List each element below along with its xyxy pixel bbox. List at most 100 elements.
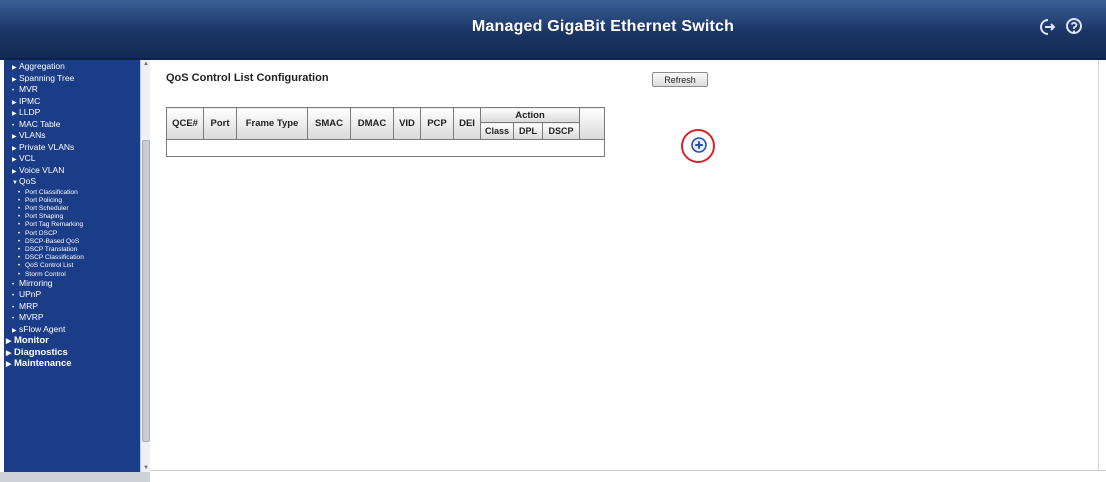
sidebar-item-label: Port Scheduler [25, 204, 69, 212]
main-bottom-border [150, 470, 1106, 471]
sidebar: ▶ Aggregation ▶ Spanning Tree • MVR ▶ IPMC ▶ LLDP… [4, 60, 140, 472]
sidebar-item-label: Voice VLAN [19, 164, 65, 175]
scroll-down-arrow-icon[interactable]: ▼ [143, 465, 149, 471]
header-dscp: DSCP [542, 122, 581, 140]
sidebar-item-ipmc[interactable]: ▶ IPMC [4, 96, 84, 109]
sidebar-item-label: Storm Control [25, 270, 66, 278]
logout-icon[interactable] [1036, 17, 1058, 39]
expanded-arrow-icon: ▼ [12, 180, 18, 186]
sidebar-item-label: sFlow Agent [19, 323, 66, 334]
collapsed-arrow-icon: ▶ [6, 361, 12, 369]
sidebar-item-label: UPnP [19, 289, 42, 300]
bullet-icon: • [12, 122, 15, 129]
collapsed-arrow-icon: ▶ [6, 338, 12, 346]
sidebar-scroll-thumb[interactable] [142, 140, 150, 442]
sidebar-item-spanning-tree[interactable]: ▶ Spanning Tree [4, 72, 84, 86]
bullet-icon: • [18, 205, 21, 212]
sidebar-item-label: Port Policing [25, 196, 63, 204]
header-add-column [579, 107, 606, 140]
bullet-icon: • [18, 246, 21, 253]
header-divider [0, 58, 1106, 60]
sidebar-item-upnp[interactable]: • UPnP [4, 289, 84, 302]
sidebar-item-port-policing[interactable]: • Port Policing [4, 197, 84, 205]
sidebar-item-mvr[interactable]: • MVR [4, 84, 84, 97]
sidebar-item-qos[interactable]: ▼QoS [4, 176, 84, 189]
header-qce: QCE# [166, 107, 204, 140]
empty-cell [165, 139, 606, 157]
collapsed-arrow-icon: ▶ [12, 76, 17, 83]
sidebar-item-label: QoS [19, 176, 37, 186]
sidebar-item-label: Private VLANs [19, 141, 75, 152]
help-icon[interactable] [1063, 17, 1085, 39]
bullet-icon: • [18, 238, 21, 245]
header-smac: SMAC [307, 107, 351, 140]
sidebar-item-dscp-based-qos[interactable]: • DSCP-Based QoS [4, 238, 84, 246]
bullet-icon: • [18, 214, 21, 221]
sidebar-item-port-dscp[interactable]: • Port DSCP [4, 230, 84, 238]
sidebar-item-maintenance[interactable]: ▶ Maintenance [4, 358, 84, 371]
refresh-button[interactable]: Refresh [652, 72, 708, 87]
header-vid: VID [393, 107, 421, 140]
collapsed-arrow-icon: ▶ [6, 349, 12, 357]
sidebar-bottom-strip [0, 472, 150, 482]
sidebar-item-label: Diagnostics [14, 346, 68, 358]
collapsed-arrow-icon: ▶ [12, 134, 17, 140]
sidebar-item-port-shaping[interactable]: • Port Shaping [4, 213, 84, 221]
sidebar-item-voice-vlan[interactable]: ▶ Voice VLAN [4, 164, 84, 178]
sidebar-item-label: Aggregation [19, 61, 65, 71]
plus-circle-icon[interactable] [691, 137, 707, 153]
sidebar-item-label: MRP [19, 300, 38, 311]
table-row-empty [165, 139, 606, 157]
header-action: Action [479, 106, 581, 124]
collapsed-arrow-icon: ▶ [12, 145, 17, 152]
sidebar-item-dscp-translation[interactable]: • DSCP Translation [4, 246, 84, 254]
sidebar-item-private-vlans[interactable]: ▶ Private VLANs [4, 141, 84, 155]
app-title: Managed GigaBit Ethernet Switch [471, 18, 735, 35]
sidebar-item-port-scheduler[interactable]: • Port Scheduler [4, 205, 84, 213]
collapsed-arrow-icon: ▶ [12, 99, 17, 106]
sidebar-item-label: Port Shaping [25, 213, 64, 221]
sidebar-item-label: VCL [19, 153, 36, 163]
bullet-icon: • [12, 316, 15, 323]
sidebar-item-label: Monitor [14, 335, 49, 347]
page-title: QoS Control List Configuration [166, 72, 329, 84]
collapsed-arrow-icon: ▶ [12, 65, 17, 71]
sidebar-item-dscp-classification[interactable]: • DSCP Classification [4, 254, 84, 262]
sidebar-item-label: Mirroring [19, 277, 53, 288]
qce-table: QCE# Port Frame Type SMAC DMAC VID PCP D… [165, 106, 606, 157]
header-port: Port [203, 107, 237, 140]
sidebar-item-label: DSCP-Based QoS [25, 237, 80, 245]
scroll-up-arrow-icon[interactable]: ▲ [143, 61, 149, 67]
header-dpl: DPL [513, 122, 544, 140]
collapsed-arrow-icon: ▶ [12, 157, 17, 163]
sidebar-item-label: MAC Table [19, 118, 61, 129]
bullet-icon: • [12, 293, 15, 300]
bullet-icon: • [18, 222, 21, 229]
sidebar-item-label: MVRP [19, 312, 44, 323]
sidebar-item-label: QoS Control List [25, 262, 74, 270]
sidebar-scrollbar[interactable]: ▲ ▼ [140, 60, 150, 472]
header-frame-type: Frame Type [236, 107, 308, 140]
sidebar-item-qos-control-list[interactable]: • QoS Control List [4, 262, 84, 270]
sidebar-item-label: Port Tag Remarking [25, 221, 84, 229]
sidebar-nav: ▶ Aggregation ▶ Spanning Tree • MVR ▶ IPMC ▶ LLDP… [4, 60, 84, 371]
bullet-icon: • [18, 255, 21, 262]
collapsed-arrow-icon: ▶ [12, 111, 17, 117]
bullet-icon: • [18, 263, 21, 270]
bullet-icon: • [18, 189, 21, 196]
bullet-icon: • [12, 281, 15, 288]
header-class: Class [479, 122, 515, 140]
sidebar-item-port-classification[interactable]: • Port Classification [4, 189, 84, 197]
bullet-icon: • [18, 230, 21, 237]
sidebar-item-mirroring[interactable]: • Mirroring [4, 277, 84, 291]
bullet-icon: • [12, 304, 15, 311]
sidebar-item-label: Spanning Tree [19, 72, 75, 83]
sidebar-item-label: Maintenance [14, 358, 72, 370]
sidebar-item-port-tag-remarking[interactable]: • Port Tag Remarking [4, 221, 84, 229]
main-right-border [1098, 60, 1099, 470]
bullet-icon: • [12, 88, 15, 94]
sidebar-item-label: MVR [19, 84, 38, 94]
sidebar-item-label: VLANs [19, 130, 46, 140]
bullet-icon: • [18, 197, 21, 204]
sidebar-item-label: Port Classification [25, 188, 78, 196]
